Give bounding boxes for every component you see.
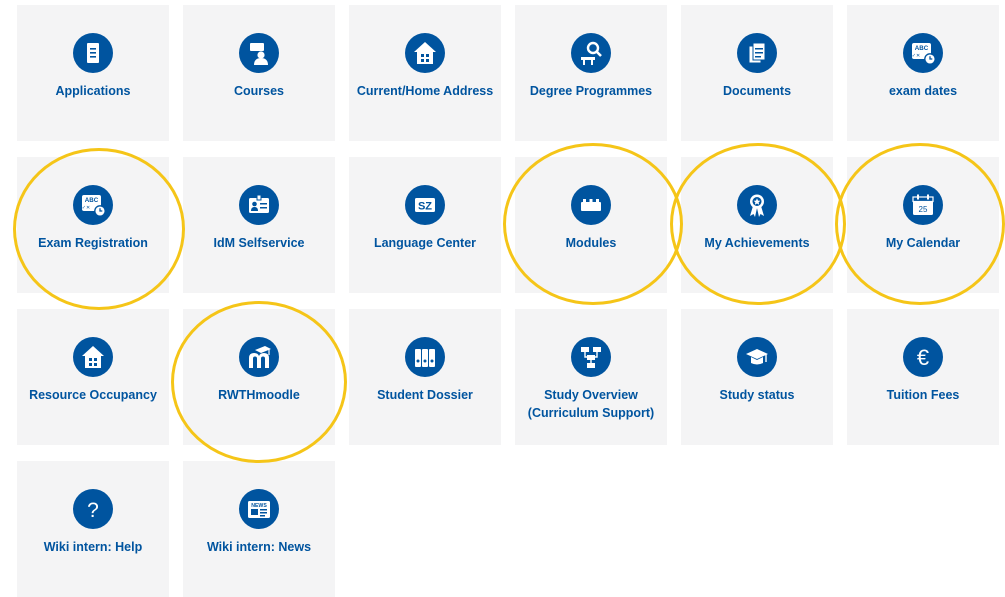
app-tile-wiki-intern-help[interactable]: ? Wiki intern: Help bbox=[17, 461, 169, 597]
tile-label: RWTHmoodle bbox=[218, 388, 300, 402]
tile-label: Resource Occupancy bbox=[29, 388, 157, 402]
brick-icon bbox=[571, 185, 611, 225]
tile-label: Documents bbox=[722, 84, 792, 98]
app-tile-my-achievements[interactable]: My Achievements bbox=[681, 157, 833, 293]
app-tile-student-dossier[interactable]: Student Dossier bbox=[349, 309, 501, 445]
magnifier-desk-icon bbox=[571, 33, 611, 73]
newspaper-icon: NEWS bbox=[239, 489, 279, 529]
svg-text:?: ? bbox=[87, 499, 99, 522]
svg-text:✓✕: ✓✕ bbox=[82, 205, 90, 211]
app-tile-study-overview-curriculum-support[interactable]: Study Overview (Curriculum Support) bbox=[515, 309, 667, 445]
app-tile-my-calendar[interactable]: 25 My Calendar bbox=[847, 157, 999, 293]
app-tile-modules[interactable]: Modules bbox=[515, 157, 667, 293]
app-tile-applications[interactable]: Applications bbox=[17, 5, 169, 141]
tile-label: Study Overview (Curriculum Support) bbox=[527, 388, 655, 420]
tile-label: Exam Registration bbox=[38, 236, 148, 250]
app-tile-study-status[interactable]: Study status bbox=[681, 309, 833, 445]
app-tile-courses[interactable]: Courses bbox=[183, 5, 335, 141]
tile-label: Modules bbox=[565, 236, 617, 250]
euro-icon: € bbox=[903, 337, 943, 377]
app-tile-degree-programmes[interactable]: Degree Programmes bbox=[515, 5, 667, 141]
app-tile-current-home-address[interactable]: Current/Home Address bbox=[349, 5, 501, 141]
svg-text:ABC: ABC bbox=[85, 197, 99, 204]
tile-label: exam dates bbox=[888, 84, 958, 98]
svg-text:SZ: SZ bbox=[418, 201, 432, 213]
app-tile-grid: Applications Courses Current/Home Address D… bbox=[0, 0, 1005, 597]
teacher-icon bbox=[239, 33, 279, 73]
sz-icon: SZ bbox=[405, 185, 445, 225]
app-tile-exam-dates[interactable]: ABC ✓✕ exam dates bbox=[847, 5, 999, 141]
svg-text:NEWS: NEWS bbox=[251, 503, 267, 509]
tile-label: My Achievements bbox=[704, 236, 810, 250]
tile-label: Applications bbox=[55, 84, 131, 98]
tile-label: Current/Home Address bbox=[356, 84, 494, 98]
svg-text:25: 25 bbox=[919, 205, 928, 214]
app-tile-tuition-fees[interactable]: € Tuition Fees bbox=[847, 309, 999, 445]
tile-label: Wiki intern: Help bbox=[43, 540, 143, 554]
house-icon bbox=[73, 337, 113, 377]
question-icon: ? bbox=[73, 489, 113, 529]
svg-text:€: € bbox=[917, 345, 929, 370]
app-tile-idm-selfservice[interactable]: IdM Selfservice bbox=[183, 157, 335, 293]
binders-icon bbox=[405, 337, 445, 377]
app-tile-language-center[interactable]: SZ Language Center bbox=[349, 157, 501, 293]
documents-icon bbox=[737, 33, 777, 73]
svg-text:✓✕: ✓✕ bbox=[912, 53, 920, 59]
app-tile-resource-occupancy[interactable]: Resource Occupancy bbox=[17, 309, 169, 445]
abc-clock-icon: ABC ✓✕ bbox=[903, 33, 943, 73]
document-icon bbox=[73, 33, 113, 73]
tile-label: Courses bbox=[233, 84, 285, 98]
tile-label: IdM Selfservice bbox=[213, 236, 305, 250]
moodle-icon bbox=[239, 337, 279, 377]
svg-text:ABC: ABC bbox=[915, 45, 929, 52]
award-icon bbox=[737, 185, 777, 225]
id-card-icon bbox=[239, 185, 279, 225]
graduation-cap-icon bbox=[737, 337, 777, 377]
tile-label: Wiki intern: News bbox=[206, 540, 312, 554]
tile-label: Language Center bbox=[373, 236, 477, 250]
abc-clock-icon: ABC ✓✕ bbox=[73, 185, 113, 225]
app-tile-documents[interactable]: Documents bbox=[681, 5, 833, 141]
flowchart-icon bbox=[571, 337, 611, 377]
tile-label: Student Dossier bbox=[377, 388, 473, 402]
tile-label: Study status bbox=[719, 388, 795, 402]
tile-label: Degree Programmes bbox=[529, 84, 653, 98]
tile-label: Tuition Fees bbox=[886, 388, 960, 402]
house-icon bbox=[405, 33, 445, 73]
calendar-icon: 25 bbox=[903, 185, 943, 225]
app-tile-rwthmoodle[interactable]: RWTHmoodle bbox=[183, 309, 335, 445]
app-tile-exam-registration[interactable]: ABC ✓✕ Exam Registration bbox=[17, 157, 169, 293]
tile-label: My Calendar bbox=[885, 236, 961, 250]
app-tile-wiki-intern-news[interactable]: NEWS Wiki intern: News bbox=[183, 461, 335, 597]
